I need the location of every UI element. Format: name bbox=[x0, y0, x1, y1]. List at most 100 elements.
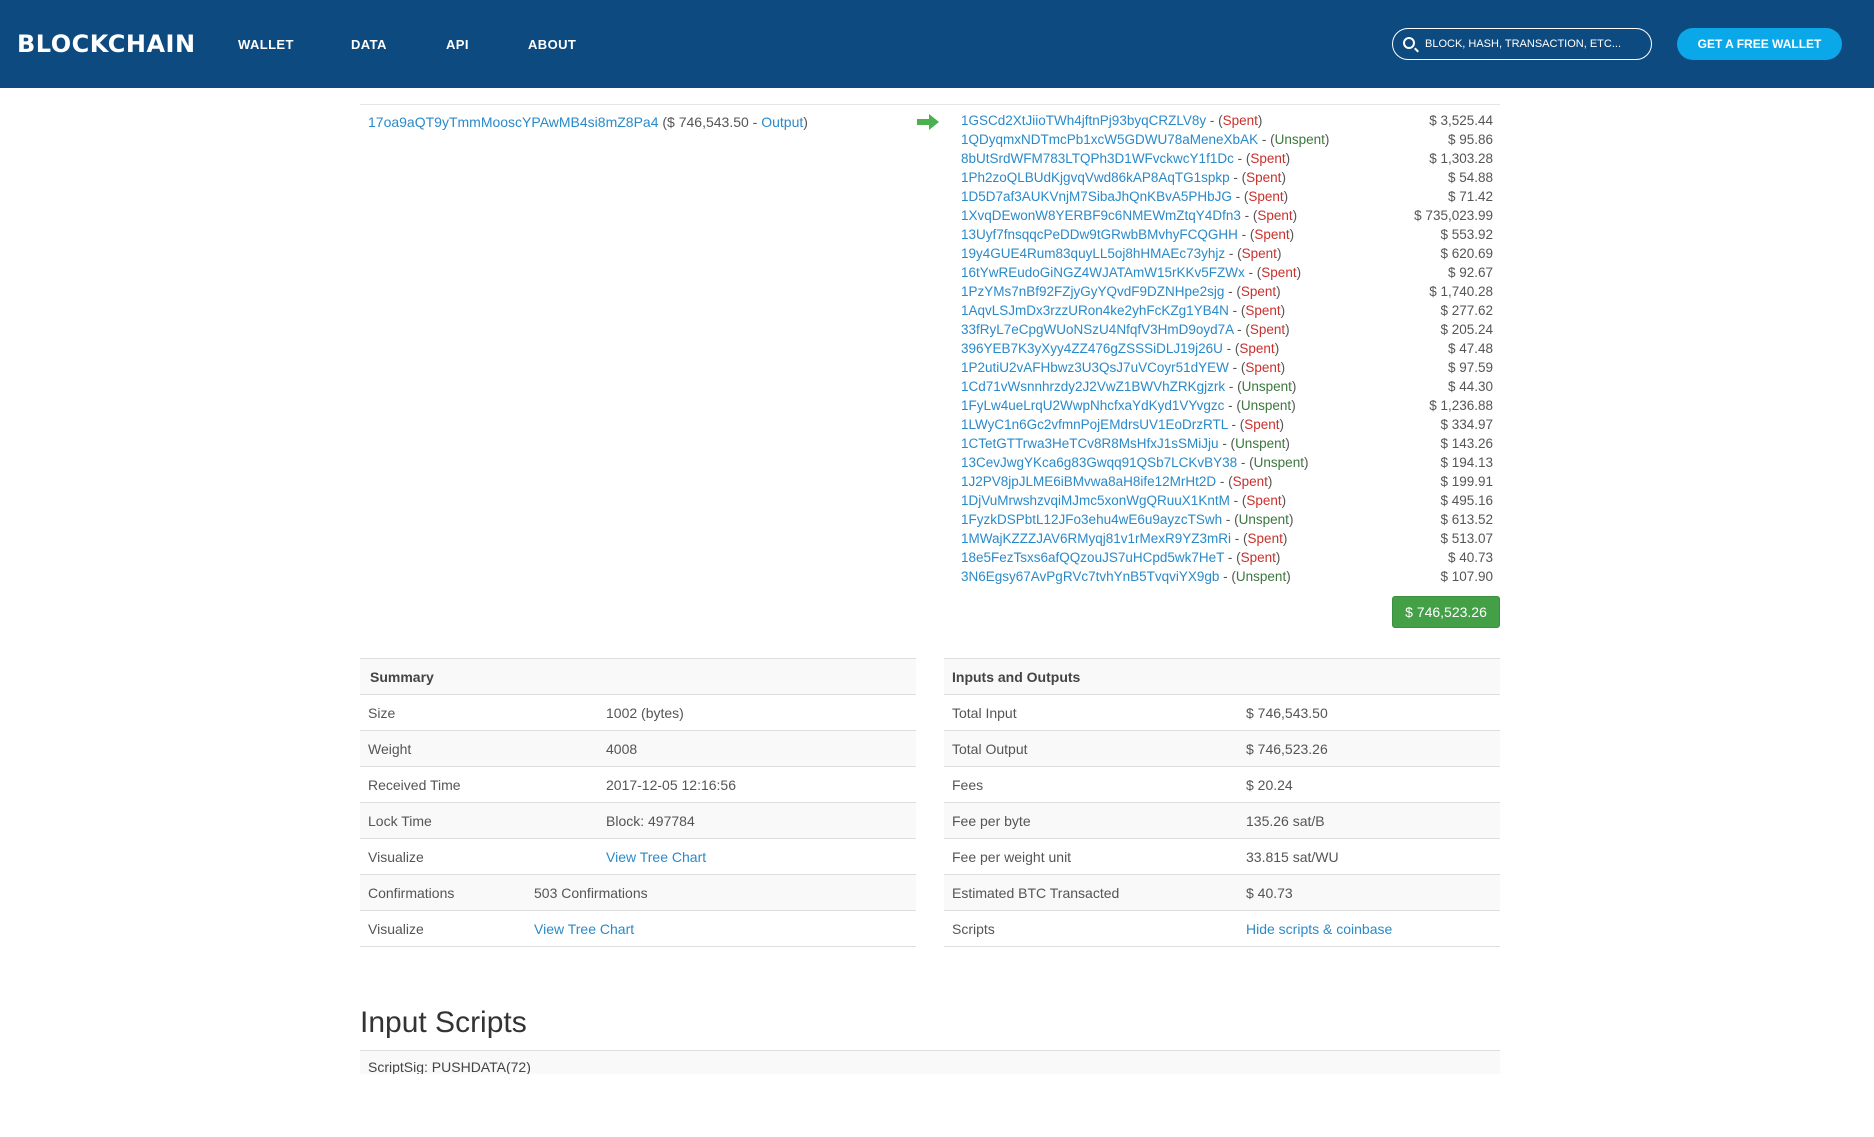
output-status[interactable]: Spent bbox=[1244, 417, 1279, 432]
status-separator: - ( bbox=[1218, 436, 1236, 451]
summary-value-link[interactable]: View Tree Chart bbox=[606, 849, 706, 865]
output-address-link[interactable]: 1XvqDEwonW8YERBF9c6NMEWmZtqY4Dfn3 bbox=[961, 208, 1241, 223]
output-status[interactable]: Spent bbox=[1239, 341, 1274, 356]
output-status[interactable]: Spent bbox=[1250, 322, 1285, 337]
status-separator: - ( bbox=[1219, 569, 1236, 584]
get-free-wallet-button[interactable]: GET A FREE WALLET bbox=[1677, 28, 1842, 60]
output-status[interactable]: Unspent bbox=[1235, 436, 1285, 451]
output-amount: $ 553.92 bbox=[1440, 227, 1493, 242]
output-address-link[interactable]: 8bUtSrdWFM783LTQPh3D1WFvckwcY1f1Dc bbox=[961, 151, 1234, 166]
io-row: Fee per weight unit 33.815 sat/WU bbox=[944, 839, 1500, 875]
output-status[interactable]: Spent bbox=[1223, 113, 1258, 128]
output-address-link[interactable]: 396YEB7K3yXyy4ZZ476gZSSSiDLJ19j26U bbox=[961, 341, 1223, 356]
output-address-link[interactable]: 16tYwREudoGiNGZ4WJATAmW15rKKv5FZWx bbox=[961, 265, 1245, 280]
output-status[interactable]: Unspent bbox=[1236, 569, 1286, 584]
output-address-link[interactable]: 3N6Egsy67AvPgRVc7tvhYnB5TvqviYX9gb bbox=[961, 569, 1219, 584]
output-address-link[interactable]: 1P2utiU2vAFHbwz3U3QsJ7uVCoyr51dYEW bbox=[961, 360, 1229, 375]
output-address-link[interactable]: 1FyzkDSPbtL12JFo3ehu4wE6u9ayzcTSwh bbox=[961, 512, 1222, 527]
output-status[interactable]: Spent bbox=[1246, 170, 1281, 185]
output-address-link[interactable]: 1PzYMs7nBf92FZjyGyYQvdF9DZNHpe2sjg bbox=[961, 284, 1224, 299]
output-status[interactable]: Spent bbox=[1241, 284, 1276, 299]
output-address-link[interactable]: 1Ph2zoQLBUdKjgvqVwd86kAP8AqTG1spkp bbox=[961, 170, 1230, 185]
io-value-link[interactable]: Hide scripts & coinbase bbox=[1246, 921, 1392, 937]
output-amount: $ 735,023.99 bbox=[1414, 208, 1493, 223]
output-address-link[interactable]: 1AqvLSJmDx3rzzURon4ke2yhFcKZg1YB4N bbox=[961, 303, 1229, 318]
input-address-link[interactable]: 17oa9aQT9yTmmMooscYPAwMB4si8mZ8Pa4 bbox=[368, 114, 658, 130]
nav-data[interactable]: DATA bbox=[351, 37, 387, 52]
output-status[interactable]: Spent bbox=[1233, 474, 1268, 489]
output-status[interactable]: Spent bbox=[1248, 531, 1283, 546]
io-row: Total Input $ 746,543.50 bbox=[944, 695, 1500, 731]
summary-value-link[interactable]: View Tree Chart bbox=[534, 921, 634, 937]
output-status[interactable]: Spent bbox=[1242, 246, 1277, 261]
output-amount: $ 620.69 bbox=[1440, 246, 1493, 261]
top-navigation-bar: BLOCKCHAIN WALLET DATA API ABOUT GET A F… bbox=[0, 0, 1874, 88]
output-status[interactable]: Spent bbox=[1257, 208, 1292, 223]
output-status[interactable]: Unspent bbox=[1241, 398, 1291, 413]
output-amount: $ 97.59 bbox=[1447, 360, 1493, 375]
summary-value: 2017-12-05 12:16:56 bbox=[606, 777, 736, 793]
nav-about[interactable]: ABOUT bbox=[528, 37, 576, 52]
output-amount: $ 495.16 bbox=[1440, 493, 1493, 508]
total-output-badge: $ 746,523.26 bbox=[1392, 596, 1500, 628]
output-address-link[interactable]: 1LWyC1n6Gc2vfmnPojEMdrsUV1EoDrzRTL bbox=[961, 417, 1228, 432]
output-address-link[interactable]: 19y4GUE4Rum83quyLL5oj8hHMAEc73yhjz bbox=[961, 246, 1225, 261]
output-row: 1AqvLSJmDx3rzzURon4ke2yhFcKZg1YB4N - (Sp… bbox=[961, 303, 1493, 322]
output-address-link[interactable]: 1DjVuMrwshzvqiMJmc5xonWgQRuuX1KntM bbox=[961, 493, 1230, 508]
output-status[interactable]: Spent bbox=[1250, 151, 1285, 166]
output-row: 1D5D7af3AUKVnjM7SibaJhQnKBvA5PHbJG - (Sp… bbox=[961, 189, 1493, 208]
output-address-link[interactable]: 13CevJwgYKca6g83Gwqq91QSb7LCKvBY38 bbox=[961, 455, 1237, 470]
io-value: $ 20.24 bbox=[1246, 777, 1293, 793]
output-status[interactable]: Unspent bbox=[1254, 455, 1304, 470]
output-address-link[interactable]: 1D5D7af3AUKVnjM7SibaJhQnKBvA5PHbJG bbox=[961, 189, 1232, 204]
output-row: 1GSCd2XtJiioTWh4jftnPj93byqCRZLV8y - (Sp… bbox=[961, 113, 1493, 132]
summary-row: Lock Time Block: 497784 bbox=[360, 803, 916, 839]
output-row: 33fRyL7eCpgWUoNSzU4NfqfV3HmD9oyd7A - (Sp… bbox=[961, 322, 1493, 341]
summary-row: Confirmations 503 Confirmations bbox=[360, 875, 916, 911]
output-status[interactable]: Spent bbox=[1246, 493, 1281, 508]
status-separator: - ( bbox=[1222, 341, 1240, 356]
status-separator: - ( bbox=[1231, 189, 1249, 204]
status-separator: - ( bbox=[1224, 550, 1241, 565]
output-address-link[interactable]: 1GSCd2XtJiioTWh4jftnPj93byqCRZLV8y bbox=[961, 113, 1206, 128]
output-status[interactable]: Spent bbox=[1254, 227, 1289, 242]
status-close: ) bbox=[1280, 360, 1286, 375]
io-row: Scripts Hide scripts & coinbase bbox=[944, 911, 1500, 947]
output-row: 1P2utiU2vAFHbwz3U3QsJ7uVCoyr51dYEW - (Sp… bbox=[961, 360, 1493, 379]
search-box[interactable] bbox=[1392, 28, 1652, 60]
brand-logo[interactable]: BLOCKCHAIN bbox=[17, 30, 196, 58]
output-status[interactable]: Unspent bbox=[1275, 132, 1325, 147]
output-address-link[interactable]: 18e5FezTsxs6afQQzouJS7uHCpd5wk7HeT bbox=[961, 550, 1224, 565]
output-address-link[interactable]: 1QDyqmxNDTmcPb1xcW5GDWU78aMeneXbAK bbox=[961, 132, 1258, 147]
output-address-link[interactable]: 1FyLw4ueLrqU2WwpNhcfxaYdKyd1VYvgzc bbox=[961, 398, 1224, 413]
status-separator: - ( bbox=[1229, 493, 1247, 508]
output-address-link[interactable]: 1MWajKZZZJAV6RMyqj81v1rMexR9YZ3mRi bbox=[961, 531, 1231, 546]
inputs-outputs-table: Inputs and Outputs Total Input $ 746,543.… bbox=[944, 658, 1500, 947]
output-address-link[interactable]: 33fRyL7eCpgWUoNSzU4NfqfV3HmD9oyd7A bbox=[961, 322, 1233, 337]
output-row: 1Cd71vWsnnhrzdy2J2VwZ1BWVhZRKgjzrk - (Un… bbox=[961, 379, 1493, 398]
io-label: Fee per byte bbox=[952, 813, 1031, 829]
output-amount: $ 92.67 bbox=[1447, 265, 1493, 280]
output-status[interactable]: Spent bbox=[1248, 189, 1283, 204]
output-status[interactable]: Spent bbox=[1245, 360, 1280, 375]
output-address-link[interactable]: 13Uyf7fnsqqcPeDDw9tGRwbBMvhyFCQGHH bbox=[961, 227, 1238, 242]
nav-wallet[interactable]: WALLET bbox=[238, 37, 294, 52]
output-amount: $ 3,525.44 bbox=[1429, 113, 1493, 128]
output-status[interactable]: Unspent bbox=[1242, 379, 1292, 394]
status-close: ) bbox=[1286, 569, 1291, 584]
output-status[interactable]: Unspent bbox=[1239, 512, 1289, 527]
output-address-link[interactable]: 1CTetGTTrwa3HeTCv8R8MsHfxJ1sSMiJju bbox=[961, 436, 1219, 451]
io-header: Inputs and Outputs bbox=[944, 659, 1500, 695]
output-address-link[interactable]: 1Cd71vWsnnhrzdy2J2VwZ1BWVhZRKgjzrk bbox=[961, 379, 1225, 394]
input-output-link[interactable]: Output bbox=[761, 114, 803, 130]
io-label: Total Output bbox=[952, 741, 1028, 757]
search-input[interactable] bbox=[1425, 34, 1640, 54]
output-status[interactable]: Spent bbox=[1245, 303, 1280, 318]
output-status[interactable]: Spent bbox=[1241, 550, 1276, 565]
status-close: ) bbox=[1267, 474, 1273, 489]
nav-api[interactable]: API bbox=[446, 37, 469, 52]
io-value: 135.26 sat/B bbox=[1246, 813, 1325, 829]
output-address-link[interactable]: 1J2PV8jpJLME6iBMvwa8aH8ife12MrHt2D bbox=[961, 474, 1216, 489]
summary-title: Summary bbox=[370, 669, 434, 685]
output-status[interactable]: Spent bbox=[1261, 265, 1296, 280]
